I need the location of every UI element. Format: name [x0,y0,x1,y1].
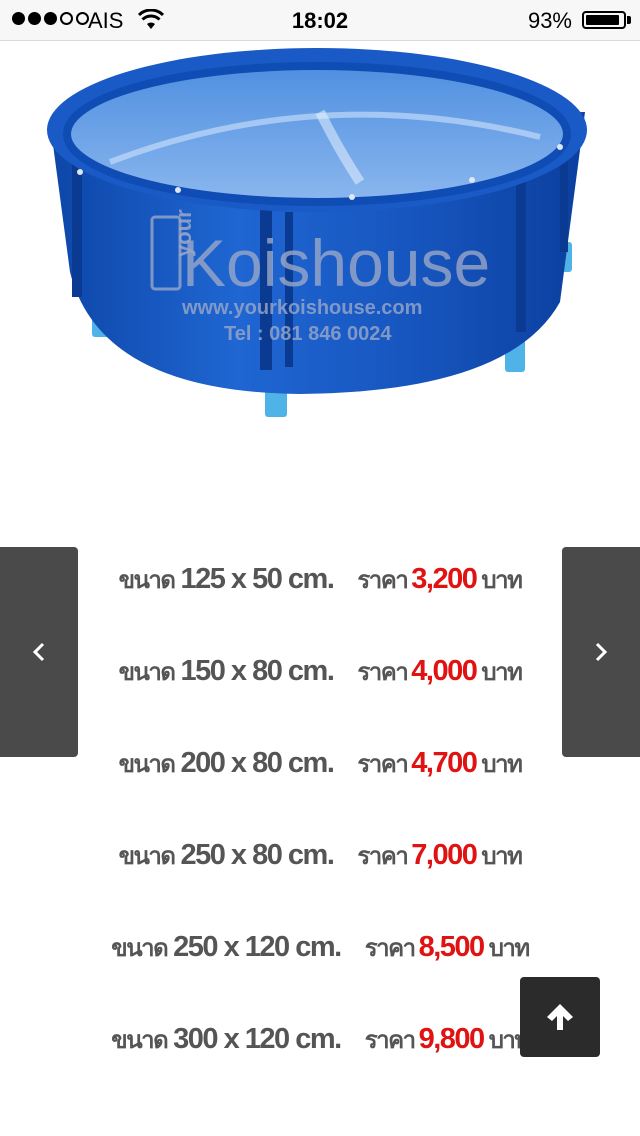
status-bar: AIS 18:02 93% [0,0,640,41]
price-row: ขนาด 125 x 50 cm. ราคา 3,200 บาท [0,560,640,620]
price-row: ขนาด 200 x 80 cm. ราคา 4,700 บาท [0,744,640,804]
currency-unit: บาท [481,659,523,686]
price-value: 7,000 [411,839,478,871]
size-value: 200 x 80 cm. [180,747,334,779]
size-value: 300 x 120 cm. [173,1023,342,1055]
price-value: 3,200 [411,563,478,595]
size-value: 125 x 50 cm. [180,563,334,595]
battery-level [586,15,620,25]
currency-unit: บาท [481,751,523,778]
currency-unit: บาท [488,935,531,962]
size-label: ขนาด [118,567,176,594]
price-row: ขนาด 250 x 80 cm. ราคา 7,000 บาท [0,836,640,896]
watermark-phone: Tel : 081 846 0024 [224,323,392,345]
price-label: ราคา [357,567,408,594]
size-label: ขนาด [118,751,176,778]
price-label: ราคา [357,659,408,686]
price-row: ขนาด 150 x 80 cm. ราคา 4,000 บาท [0,652,640,712]
battery-cap [627,16,631,24]
size-value: 150 x 80 cm. [180,655,334,687]
price-label: ราคา [364,935,416,962]
size-value: 250 x 80 cm. [180,839,334,871]
product-image-pond: your Koishouse www.yourkoishouse.com Tel… [47,48,587,417]
arrow-up-icon [547,1004,573,1030]
size-label: ขนาด [118,843,176,870]
size-label: ขนาด [111,935,168,962]
watermark-brand: Koishouse [182,226,490,300]
price-label: ราคา [357,751,408,778]
price-value: 4,700 [411,747,478,779]
watermark-url: www.yourkoishouse.com [181,297,422,319]
size-label: ขนาด [111,1027,168,1054]
battery-icon [582,11,626,29]
price-value: 9,800 [418,1023,486,1055]
back-to-top-button[interactable] [520,977,600,1057]
price-value: 4,000 [411,655,478,687]
currency-unit: บาท [481,843,523,870]
size-label: ขนาด [118,659,176,686]
price-label: ราคา [357,843,408,870]
price-label: ราคา [364,1027,416,1054]
price-value: 8,500 [418,931,486,963]
currency-unit: บาท [481,567,523,594]
battery-percent: 93% [527,8,572,33]
size-value: 250 x 120 cm. [173,931,342,963]
